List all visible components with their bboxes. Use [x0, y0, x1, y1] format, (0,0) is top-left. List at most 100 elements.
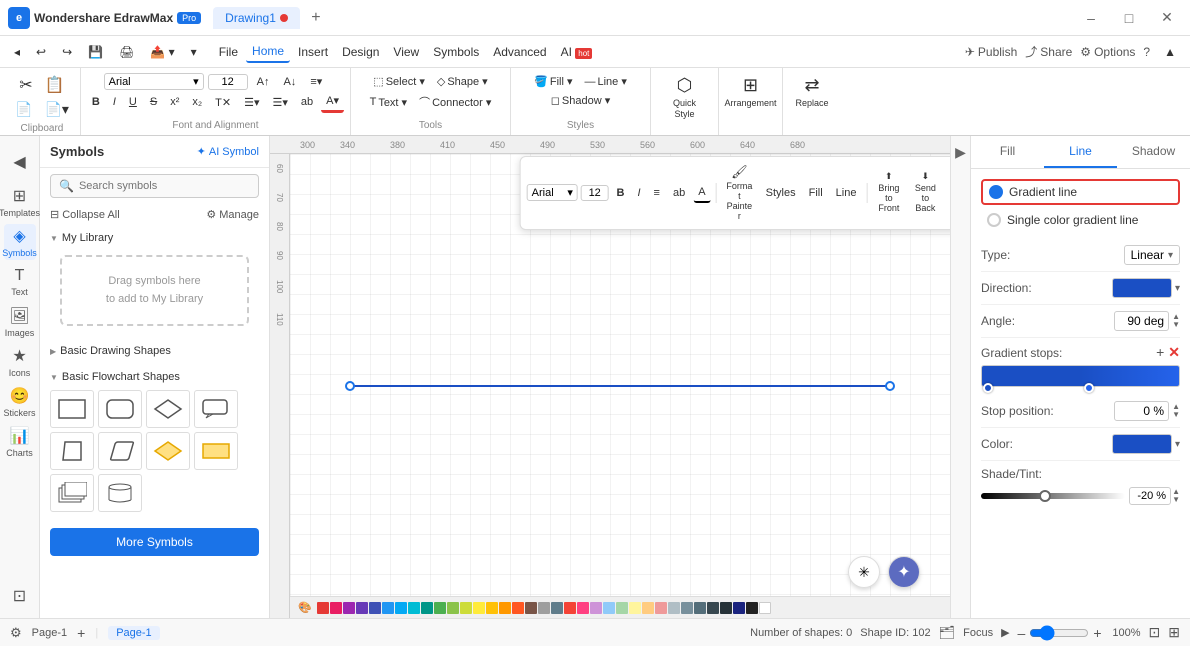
color-cyan[interactable]	[408, 602, 420, 614]
cut-button[interactable]: ✂	[14, 72, 37, 98]
add-page-button[interactable]: +	[77, 625, 85, 641]
sidebar-item-charts[interactable]: 📊 Charts	[4, 424, 36, 460]
tab-fill[interactable]: Fill	[971, 136, 1044, 168]
save-button[interactable]: 💾	[82, 42, 109, 62]
angle-input[interactable]	[1114, 311, 1169, 331]
canvas-send-back-button[interactable]: ⬇ Send to Back	[909, 168, 943, 217]
fit-button[interactable]: ⊡	[1149, 624, 1161, 641]
line-handle-right[interactable]	[885, 381, 895, 391]
single-color-radio[interactable]	[987, 213, 1001, 227]
font-color-button[interactable]: A▾	[321, 91, 344, 113]
shape-diamond[interactable]	[146, 390, 190, 428]
shape-rounded-rectangle[interactable]	[98, 390, 142, 428]
minimize-button[interactable]: –	[1076, 6, 1106, 30]
text-button[interactable]: T Text ▾	[365, 93, 413, 112]
shape-data-storage[interactable]	[98, 474, 142, 512]
canvas-align-button[interactable]: ≡	[649, 184, 665, 202]
menu-insert[interactable]: Insert	[292, 42, 334, 62]
collapse-ribbon-button[interactable]: ▲	[1158, 42, 1182, 62]
canvas-format-button[interactable]: ab	[668, 184, 690, 202]
print-button[interactable]: 🖨	[113, 42, 140, 62]
color-grey[interactable]	[538, 602, 550, 614]
shape-button[interactable]: ◇ Shape ▾	[432, 72, 493, 91]
color-light-green2[interactable]	[616, 602, 628, 614]
menu-file[interactable]: File	[213, 42, 244, 62]
menu-symbols[interactable]: Symbols	[427, 42, 485, 62]
line-handle-left[interactable]	[345, 381, 355, 391]
color-red[interactable]	[317, 602, 329, 614]
color-navy[interactable]	[733, 602, 745, 614]
select-button[interactable]: ⬚ Select ▾	[368, 72, 430, 91]
close-button[interactable]: ✕	[1152, 6, 1182, 30]
color-pale-yellow[interactable]	[629, 602, 641, 614]
right-panel-collapse[interactable]: ▶	[950, 136, 970, 618]
color-pink-light[interactable]	[655, 602, 667, 614]
align-button[interactable]: ≡▾	[305, 72, 327, 91]
color-peach[interactable]	[642, 602, 654, 614]
canvas-font-color-button[interactable]: A	[693, 183, 710, 203]
decrease-font-button[interactable]: A↓	[278, 73, 301, 91]
canvas-line-button[interactable]: Line	[831, 184, 862, 202]
color-deep-purple[interactable]	[356, 602, 368, 614]
single-color-option[interactable]: Single color gradient line	[981, 209, 1180, 231]
color-lavender[interactable]	[590, 602, 602, 614]
menu-view[interactable]: View	[387, 42, 425, 62]
direction-color-swatch[interactable]	[1112, 278, 1172, 298]
symbol-search-input[interactable]	[79, 180, 250, 192]
color-orange[interactable]	[499, 602, 511, 614]
play-icon[interactable]: ▶	[1001, 626, 1009, 639]
tab-drawing1[interactable]: Drawing1	[213, 7, 300, 29]
underline-button[interactable]: U	[124, 93, 142, 111]
shade-tint-input[interactable]	[1129, 487, 1171, 505]
type-selector[interactable]: Linear ▾	[1124, 245, 1180, 265]
shape-rounded-parallelogram[interactable]	[98, 432, 142, 470]
color-pink[interactable]	[330, 602, 342, 614]
list-button[interactable]: ☰▾	[239, 93, 264, 112]
collapse-all-button[interactable]: ⊟ Collapse All	[50, 208, 120, 221]
paste-button[interactable]: 📄	[10, 98, 37, 121]
replace-button[interactable]: ⇄ Replace	[790, 72, 833, 111]
sidebar-item-templates[interactable]: ⊞ Templates	[4, 184, 36, 220]
canvas-bring-front-button[interactable]: ⬆ Bring to Front	[872, 168, 906, 217]
color-deep-orange[interactable]	[512, 602, 524, 614]
stop-position-input[interactable]	[1114, 401, 1169, 421]
sidebar-item-images[interactable]: 🖼 Images	[4, 304, 36, 340]
gradient-line-option[interactable]: Gradient line	[981, 179, 1180, 205]
canvas-format-painter-button[interactable]: 🖌 Format Painter	[721, 161, 757, 225]
color-pink2[interactable]	[577, 602, 589, 614]
shape-diamond-yellow[interactable]	[146, 432, 190, 470]
basic-flowchart-toggle[interactable]: Basic Flowchart Shapes	[50, 368, 259, 386]
canvas-font-selector[interactable]: Arial ▾	[527, 184, 578, 201]
basic-drawing-toggle[interactable]: Basic Drawing Shapes	[50, 342, 259, 360]
new-tab-button[interactable]: +	[304, 6, 328, 30]
ab-button[interactable]: ab	[296, 93, 318, 111]
color-swatch[interactable]	[1112, 434, 1172, 454]
zoom-out-button[interactable]: –	[1018, 625, 1026, 641]
focus-label[interactable]: Focus	[963, 627, 993, 639]
strikethrough-button[interactable]: S	[145, 93, 162, 111]
nav-back-button[interactable]: ◂	[8, 42, 26, 62]
color-amber[interactable]	[486, 602, 498, 614]
statusbar-settings-icon[interactable]: ⚙	[10, 625, 22, 641]
color-green[interactable]	[434, 602, 446, 614]
arrangement-button[interactable]: ⊞ Arrangement	[719, 72, 781, 112]
publish-button[interactable]: ✈ Publish	[965, 45, 1017, 59]
shape-rectangle[interactable]	[50, 390, 94, 428]
color-brown[interactable]	[525, 602, 537, 614]
redo-button[interactable]: ↪	[56, 42, 78, 62]
options-button[interactable]: ⚙ Options	[1080, 45, 1135, 59]
tab-shadow[interactable]: Shadow	[1117, 136, 1190, 168]
color-purple[interactable]	[343, 602, 355, 614]
increase-font-button[interactable]: A↑	[252, 73, 275, 91]
color-indigo[interactable]	[369, 602, 381, 614]
list-ordered-button[interactable]: ☰▾	[268, 93, 293, 112]
color-red2[interactable]	[564, 602, 576, 614]
color-dark-slate[interactable]	[694, 602, 706, 614]
shadow-button[interactable]: ◻ Shadow ▾	[546, 91, 615, 110]
add-gradient-stop-button[interactable]: +	[1156, 344, 1164, 361]
color-yellow[interactable]	[473, 602, 485, 614]
subscript-button[interactable]: x₂	[187, 93, 207, 111]
color-charcoal[interactable]	[707, 602, 719, 614]
shade-tint-track[interactable]	[981, 493, 1125, 499]
sidebar-item-page[interactable]: ⊡	[4, 578, 36, 614]
